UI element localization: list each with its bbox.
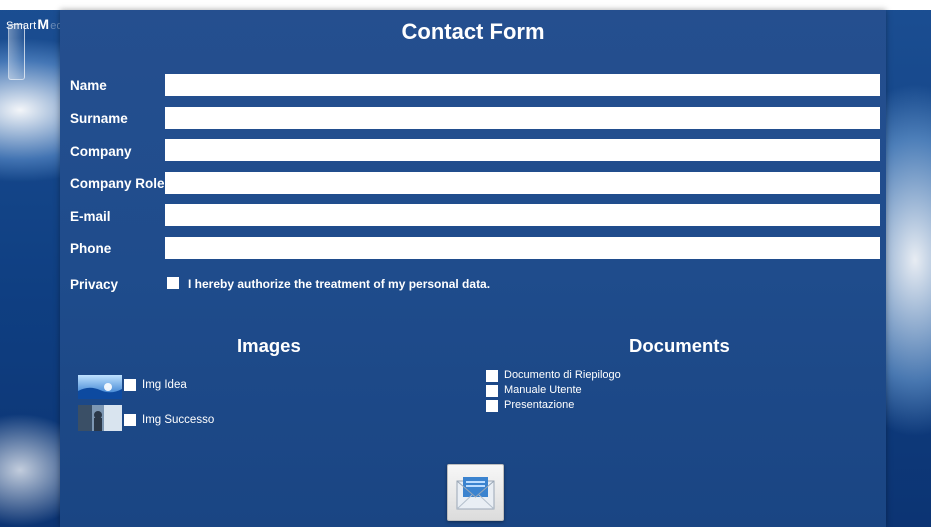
envelope-icon [456,477,495,510]
surname-field[interactable] [165,107,880,129]
phone-field[interactable] [165,237,880,259]
doc-riepilogo-label: Documento di Riepilogo [504,369,621,381]
send-button[interactable] [447,464,504,521]
name-label: Name [70,78,107,93]
doc-riepilogo-checkbox[interactable] [486,370,498,382]
privacy-checkbox[interactable] [167,277,179,289]
company-role-label: Company Role [70,176,165,191]
idea-thumbnail-icon [78,375,122,399]
img-idea-label: Img Idea [142,379,187,391]
images-section-title: Images [237,335,301,356]
img-successo-label: Img Successo [142,414,215,426]
documents-section-title: Documents [629,335,730,356]
company-field[interactable] [165,139,880,161]
email-label: E-mail [70,209,111,224]
success-thumbnail-icon [78,405,122,431]
name-field[interactable] [165,74,880,96]
img-successo-checkbox[interactable] [124,414,136,426]
email-field[interactable] [165,204,880,226]
doc-presentazione-checkbox[interactable] [486,400,498,412]
surname-label: Surname [70,111,128,126]
side-panel-handle[interactable] [8,24,25,80]
company-role-field[interactable] [165,172,880,194]
doc-manuale-checkbox[interactable] [486,385,498,397]
doc-manuale-label: Manuale Utente [504,384,582,396]
privacy-consent-text: I hereby authorize the treatment of my p… [188,277,491,291]
top-strip [0,0,931,10]
img-idea-checkbox[interactable] [124,379,136,391]
company-label: Company [70,144,132,159]
phone-label: Phone [70,241,112,256]
privacy-label: Privacy [70,277,119,292]
form-title: Contact Form [401,19,545,44]
doc-presentazione-label: Presentazione [504,399,575,411]
